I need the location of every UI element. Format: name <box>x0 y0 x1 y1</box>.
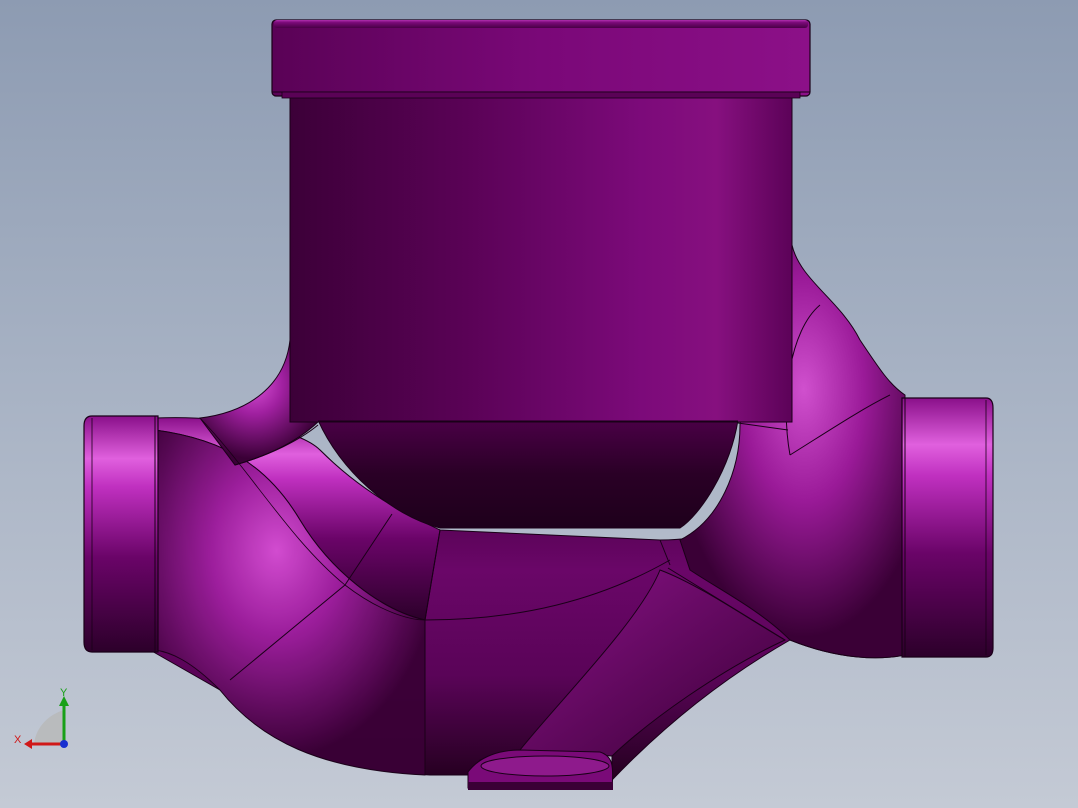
bottom-boss-strip <box>468 782 613 790</box>
top-cap-rim <box>274 20 808 28</box>
y-axis-label: Y <box>60 687 68 699</box>
cap-neck <box>281 91 801 99</box>
cad-viewport[interactable] <box>0 0 1078 808</box>
z-axis-dot <box>60 740 68 748</box>
left-inlet-pipe <box>83 415 159 653</box>
triad-plane <box>34 710 64 744</box>
top-cap <box>271 19 811 97</box>
x-axis-arrow <box>24 739 32 749</box>
right-outlet-pipe <box>901 397 994 658</box>
x-axis-label: X <box>14 734 22 746</box>
axis-triad: Y X <box>14 687 69 749</box>
bottom-boss-face <box>480 755 610 777</box>
main-cylinder <box>289 95 793 423</box>
